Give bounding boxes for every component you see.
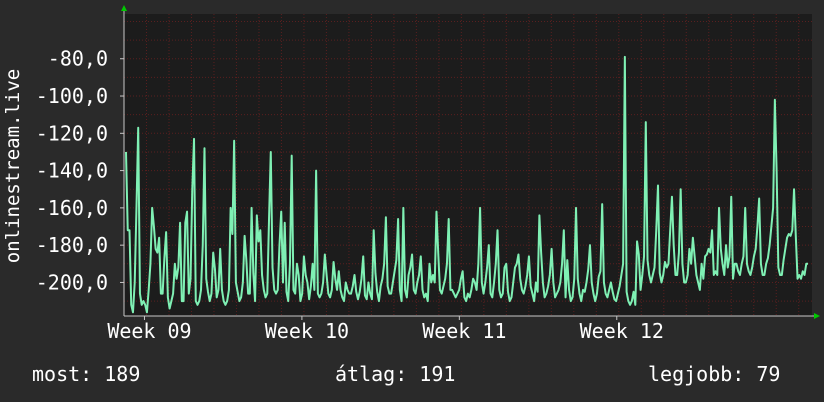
legend-best: legjobb: 79	[648, 362, 781, 386]
y-axis-ticks: -80,0 -100,0 -120,0 -140,0 -160,0 -180,0 -200,…	[36, 47, 124, 294]
legend-current: most: 189	[32, 362, 141, 386]
y-tick-label: -180,0	[36, 233, 108, 257]
y-axis-label: onlinestream.live	[2, 69, 24, 263]
y-tick-label: -100,0	[36, 84, 108, 108]
y-tick-label: -140,0	[36, 159, 108, 183]
y-tick-label: -80,0	[48, 47, 108, 71]
y-tick-label: -160,0	[36, 196, 108, 220]
x-tick-label: Week 10	[265, 319, 349, 343]
x-tick-label: Week 11	[422, 319, 506, 343]
chart: -80,0 -100,0 -120,0 -140,0 -160,0 -180,0 -200,…	[2, 5, 820, 343]
legend-average: átlag: 191	[335, 362, 456, 386]
y-tick-label: -200,0	[36, 270, 108, 294]
x-tick-label: Week 09	[107, 319, 191, 343]
y-axis-arrow	[121, 5, 127, 11]
x-axis-ticks: Week 09 Week 10 Week 11 Week 12	[107, 316, 664, 343]
x-axis-arrow	[814, 313, 820, 319]
y-tick-label: -120,0	[36, 121, 108, 145]
x-tick-label: Week 12	[580, 319, 664, 343]
